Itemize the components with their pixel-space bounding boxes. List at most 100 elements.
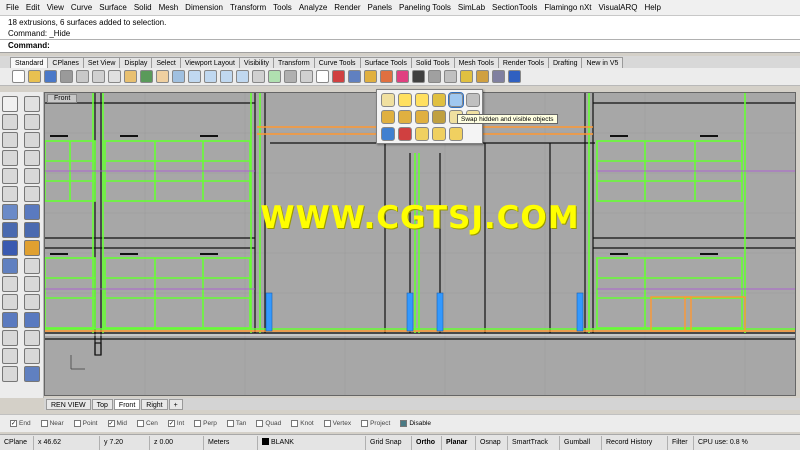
osnap-checkbox[interactable] — [194, 420, 202, 427]
status-grid-snap[interactable]: Grid Snap — [366, 435, 412, 450]
split-icon[interactable] — [2, 276, 18, 292]
bulb-detail-icon[interactable] — [432, 127, 446, 141]
new-file-icon[interactable] — [12, 70, 25, 83]
zoom-selected-icon[interactable] — [236, 70, 249, 83]
toolbar-tab-set-view[interactable]: Set View — [82, 57, 121, 68]
osnap-checkbox[interactable]: ✓ — [10, 420, 17, 427]
fillet-icon[interactable] — [2, 186, 18, 202]
show-bulb-icon[interactable] — [398, 93, 412, 107]
menu-render[interactable]: Render — [334, 3, 360, 12]
status-osnap[interactable]: Osnap — [476, 435, 508, 450]
help-icon[interactable] — [508, 70, 521, 83]
toolbar-tab-render-tools[interactable]: Render Tools — [497, 57, 549, 68]
toolbar-tab-drafting[interactable]: Drafting — [547, 57, 583, 68]
osnap-knot[interactable]: Knot — [291, 420, 314, 427]
disable-icon[interactable] — [381, 127, 395, 141]
status-filter[interactable]: Filter — [668, 435, 694, 450]
car-icon[interactable] — [332, 70, 345, 83]
toolbar-tab-mesh-tools[interactable]: Mesh Tools — [453, 57, 499, 68]
osnap-disable[interactable]: Disable — [400, 420, 431, 427]
osnap-cen[interactable]: Cen — [136, 420, 158, 427]
undo-icon[interactable] — [140, 70, 153, 83]
circle-icon[interactable] — [24, 132, 40, 148]
join-icon[interactable] — [24, 276, 40, 292]
osnap-perp[interactable]: Perp — [194, 420, 217, 427]
osnap-checkbox[interactable] — [40, 420, 48, 427]
lock-swap-icon[interactable] — [432, 110, 446, 124]
paste-icon[interactable] — [124, 70, 137, 83]
materials-icon[interactable] — [380, 70, 393, 83]
trim-icon[interactable] — [24, 258, 40, 274]
osnap-checkbox[interactable]: ✓ — [167, 420, 175, 427]
lock-icon[interactable] — [364, 70, 377, 83]
ellipse-icon[interactable] — [24, 150, 40, 166]
status-ortho[interactable]: Ortho — [412, 435, 442, 450]
status-cplane[interactable]: CPlane — [0, 435, 34, 450]
osnap-end[interactable]: ✓ End — [10, 420, 31, 427]
sphere-solid-icon[interactable] — [24, 222, 40, 238]
point-icon[interactable] — [24, 96, 40, 112]
toolbar-tab-viewport-layout[interactable]: Viewport Layout — [179, 57, 240, 68]
add-viewport-tab-button[interactable]: + — [168, 398, 183, 410]
toolbar-tab-surface-tools[interactable]: Surface Tools — [359, 57, 412, 68]
boolean-icon[interactable] — [2, 258, 18, 274]
explode-icon[interactable] — [2, 294, 18, 310]
sphere-light-icon[interactable] — [444, 70, 457, 83]
menu-transform[interactable]: Transform — [230, 3, 266, 12]
osnap-quad[interactable]: Quad — [256, 420, 281, 427]
arc-icon[interactable] — [2, 150, 18, 166]
offset-icon[interactable] — [24, 186, 40, 202]
viewport-tab-right[interactable]: Right — [141, 398, 168, 410]
status-record-history[interactable]: Record History — [602, 435, 668, 450]
hide-bulb-icon[interactable] — [381, 93, 395, 107]
toolbar-tab-select[interactable]: Select — [151, 57, 181, 68]
menu-flamingo-nxt[interactable]: Flamingo nXt — [544, 3, 591, 12]
toolbar-tab-visibility[interactable]: Visibility — [238, 57, 275, 68]
text-icon[interactable] — [24, 348, 40, 364]
menu-paneling-tools[interactable]: Paneling Tools — [399, 3, 451, 12]
mirror-icon[interactable] — [24, 312, 40, 328]
osnap-int[interactable]: ✓ Int — [167, 420, 184, 427]
cplane-icon[interactable] — [268, 70, 281, 83]
dimension-icon[interactable] — [2, 348, 18, 364]
print-icon[interactable] — [60, 70, 73, 83]
cut-icon[interactable] — [92, 70, 105, 83]
show-selected-bulb-icon[interactable] — [415, 93, 429, 107]
menu-edit[interactable]: Edit — [26, 3, 40, 12]
osnap-checkbox[interactable] — [291, 420, 299, 427]
osnap-near[interactable]: Near — [40, 420, 64, 427]
menu-tools[interactable]: Tools — [273, 3, 292, 12]
status-smarttrack[interactable]: SmartTrack — [508, 435, 560, 450]
menu-simlab[interactable]: SimLab — [458, 3, 485, 12]
osnap-checkbox[interactable] — [256, 420, 264, 427]
options-gear-icon[interactable] — [492, 70, 505, 83]
toolbar-tab-display[interactable]: Display — [119, 57, 153, 68]
shaded-sphere-icon[interactable] — [412, 70, 425, 83]
viewport-tab-top[interactable]: Top — [91, 398, 113, 410]
points-icon[interactable] — [300, 70, 313, 83]
array-icon[interactable] — [2, 312, 18, 328]
unlock-icon[interactable] — [381, 110, 395, 124]
viewport-title[interactable]: Front — [47, 94, 78, 103]
rotate-view-icon[interactable] — [172, 70, 185, 83]
menu-analyze[interactable]: Analyze — [299, 3, 327, 12]
osnap-project[interactable]: Project — [361, 420, 390, 427]
osnap-checkbox[interactable] — [226, 420, 234, 427]
swap-hidden-visible-icon[interactable] — [448, 92, 464, 108]
bulb-layer-icon[interactable] — [415, 127, 429, 141]
viewport-tab-front[interactable]: Front — [113, 398, 141, 410]
lock-selected-icon[interactable] — [398, 110, 412, 124]
command-line[interactable]: Command: — [0, 40, 800, 53]
hatch-icon[interactable] — [2, 366, 18, 382]
menu-surface[interactable]: Surface — [99, 3, 127, 12]
select-icon[interactable] — [316, 70, 329, 83]
osnap-point[interactable]: Point — [73, 420, 98, 427]
osnap-checkbox[interactable] — [73, 420, 81, 427]
status-units[interactable]: Meters — [204, 435, 258, 450]
bulb-points-icon[interactable] — [449, 127, 463, 141]
viewport-tab-ren-view[interactable]: REN VIEW — [46, 398, 91, 410]
osnap-disable-checkbox[interactable] — [400, 420, 408, 427]
menu-file[interactable]: File — [6, 3, 19, 12]
line-icon[interactable] — [2, 132, 18, 148]
zoom-icon[interactable] — [188, 70, 201, 83]
